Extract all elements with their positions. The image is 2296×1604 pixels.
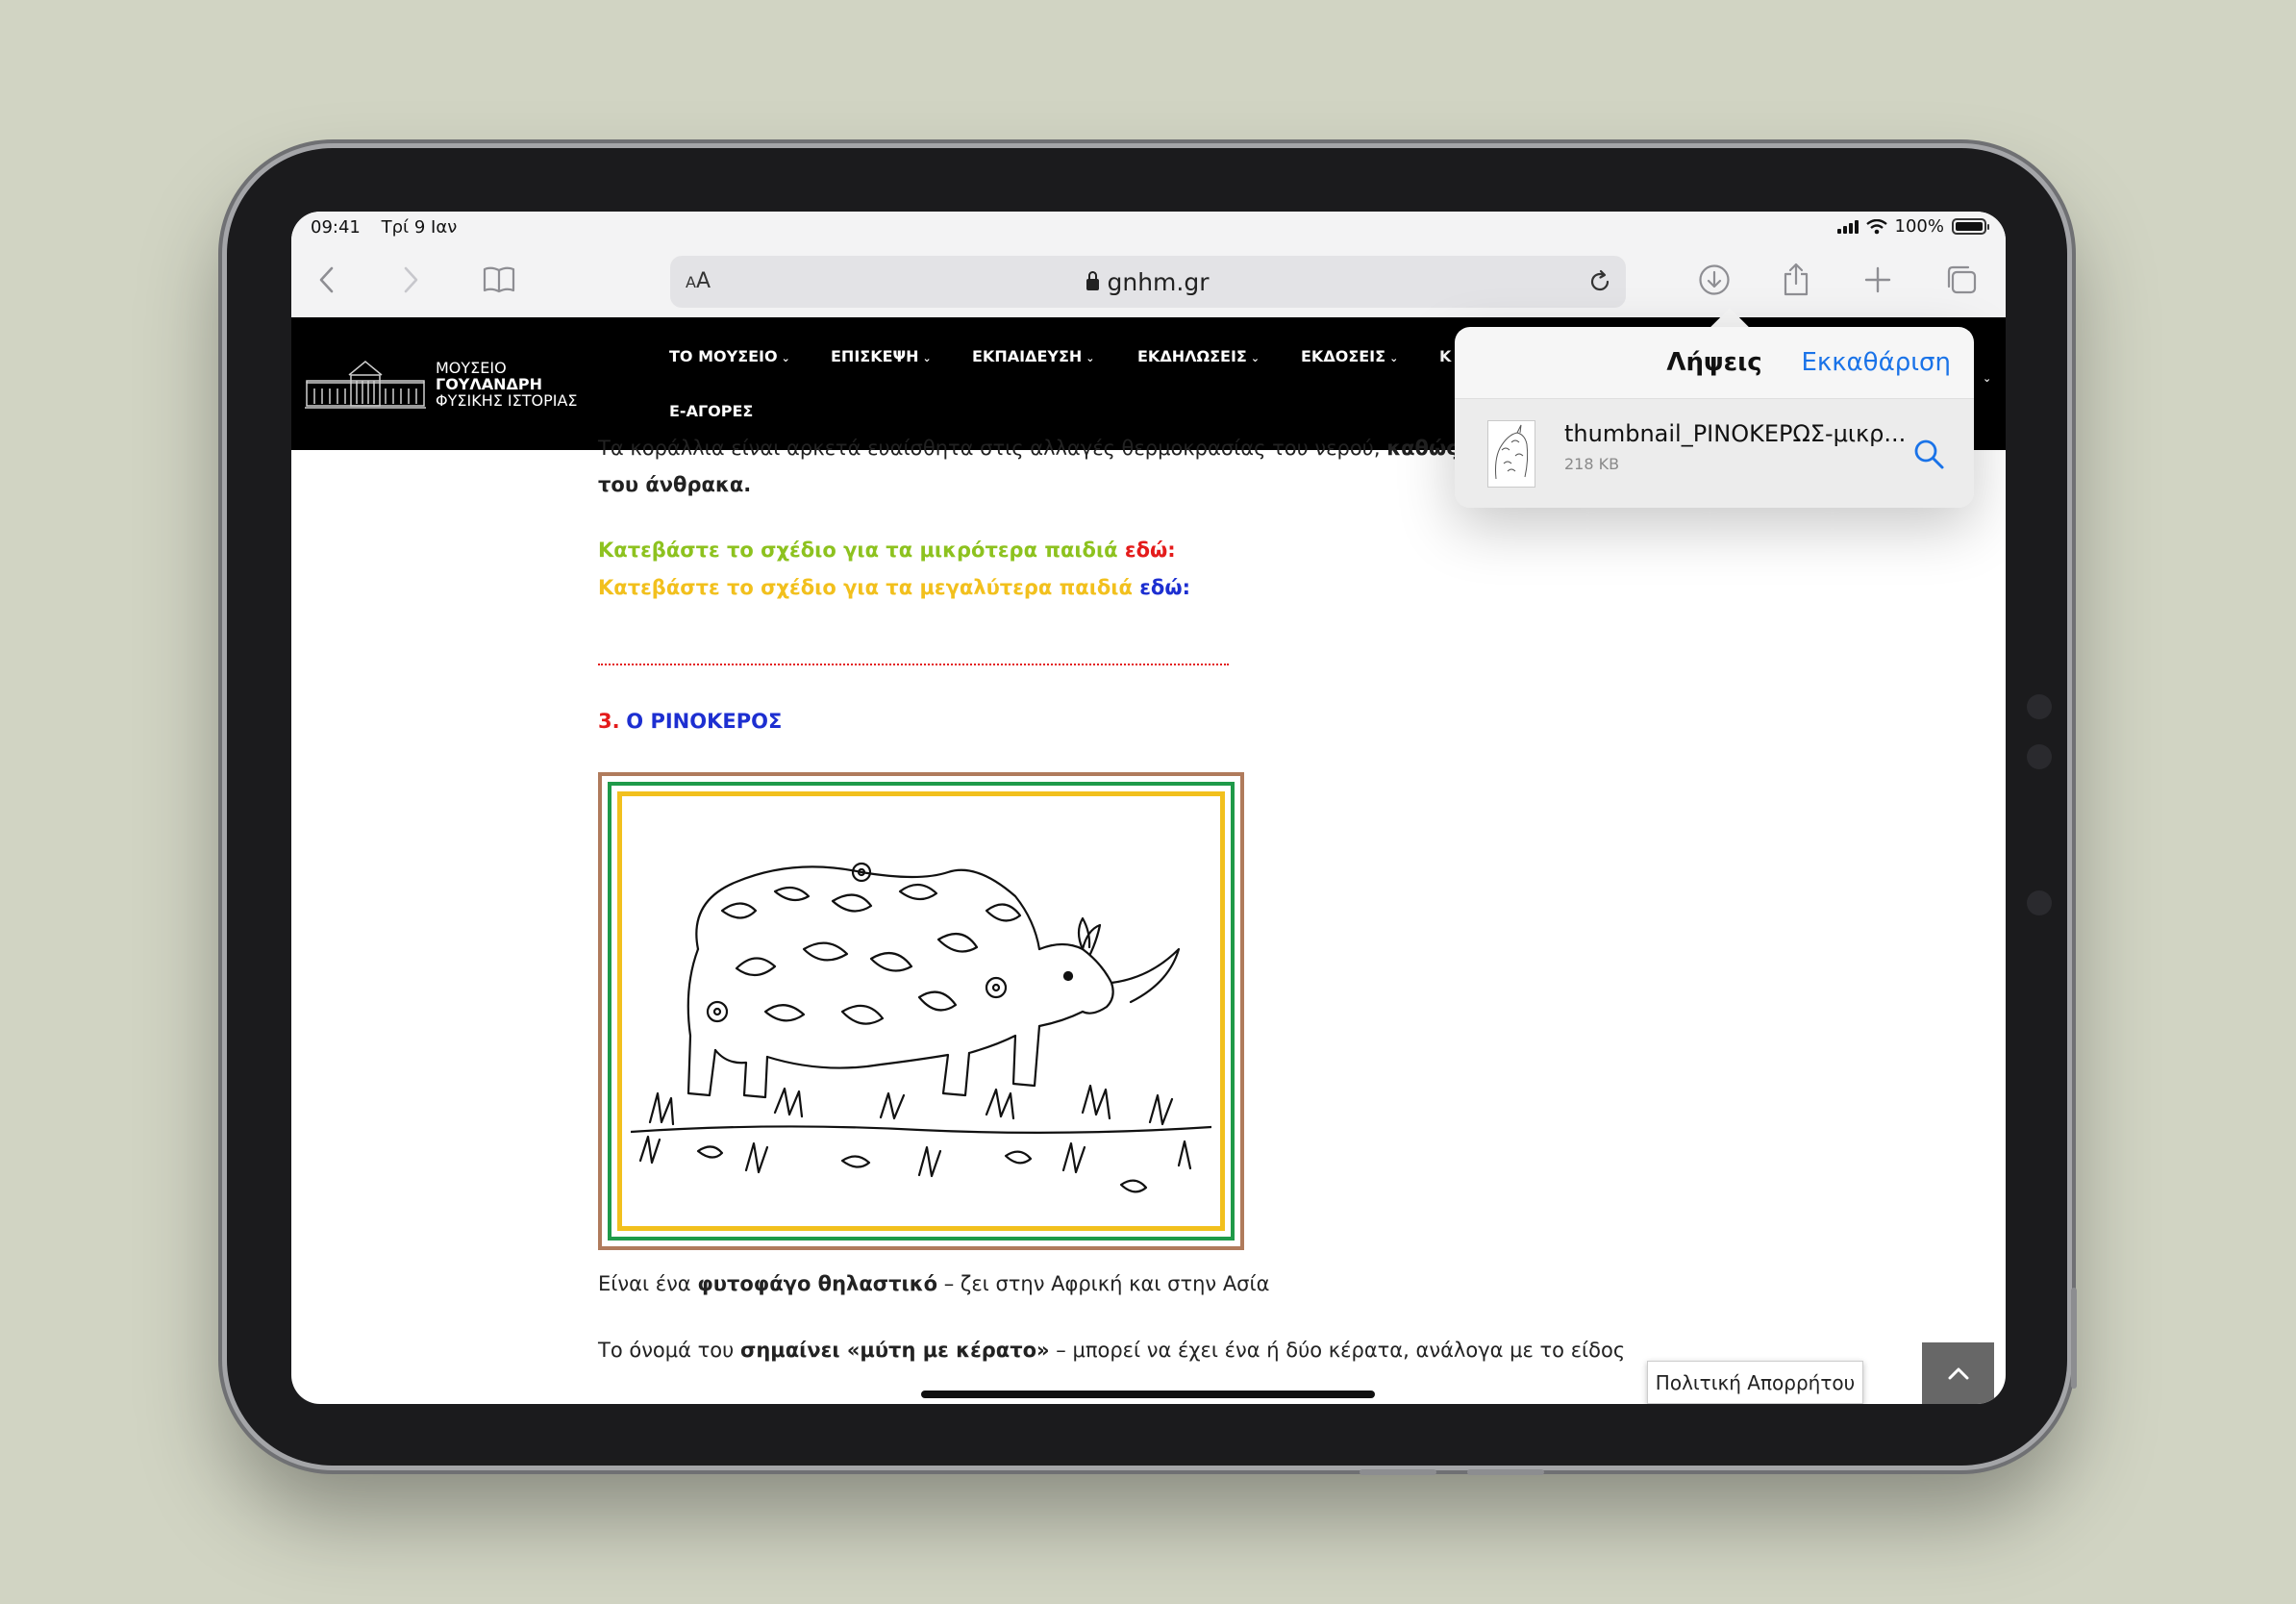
ipad-screen: 09:41 Τρί 9 Ιαν 100% AA gnhm.gr ΜΟΥΣΕΙΟ … <box>291 212 2006 1404</box>
status-time-date: 09:41 Τρί 9 Ιαν <box>311 217 472 238</box>
nav-item-museum[interactable]: ΤΟ ΜΟΥΣΕΙΟ ⌄ <box>669 347 790 365</box>
download-thumbnail <box>1487 420 1535 488</box>
paragraph-coral-end: του άνθρακα. <box>598 473 752 496</box>
battery-icon <box>1952 218 1989 235</box>
cellular-signal-icon <box>1836 219 1859 234</box>
sensor-dot <box>2027 744 2052 769</box>
plus-icon <box>1864 266 1891 293</box>
top-button <box>1467 1469 1544 1475</box>
download-item[interactable]: thumbnail_ΡΙΝΟΚΕΡΩΣ-μικρ... 218 KB <box>1455 398 1974 508</box>
museum-building-icon <box>305 361 426 409</box>
nav-item-partial[interactable]: Κ <box>1439 347 1451 365</box>
privacy-policy-button[interactable]: Πολιτική Απορρήτου <box>1647 1361 1863 1404</box>
wifi-icon <box>1865 218 1887 234</box>
book-icon <box>483 266 515 293</box>
chevron-down-icon: ⌄ <box>1250 352 1260 364</box>
museum-logo[interactable]: ΜΟΥΣΕΙΟ ΓΟΥΛΑΝΔΡΗ ΦΥΣΙΚΗΣ ΙΣΤΟΡΙΑΣ <box>305 356 578 412</box>
chevron-up-icon <box>1948 1367 1968 1380</box>
nav-overflow-chevron[interactable]: ⌄ <box>1979 367 1991 386</box>
scroll-to-top-button[interactable] <box>1922 1342 1994 1404</box>
sensor-dot <box>2027 890 2052 915</box>
reload-icon <box>1590 269 1610 291</box>
status-date: Τρί 9 Ιαν <box>381 217 458 238</box>
reload-button[interactable] <box>1584 265 1616 298</box>
download-file-name: thumbnail_ΡΙΝΟΚΕΡΩΣ-μικρ... <box>1564 420 1907 447</box>
forward-button[interactable] <box>387 256 435 304</box>
address-bar[interactable]: AA gnhm.gr <box>670 256 1626 308</box>
downloads-button[interactable] <box>1690 256 1738 304</box>
browser-toolbar: AA gnhm.gr <box>291 242 2006 317</box>
battery-percent: 100% <box>1894 216 1944 237</box>
download-icon <box>1699 264 1730 295</box>
nav-item-publications[interactable]: ΕΚΔΟΣΕΙΣ ⌄ <box>1301 347 1398 365</box>
magnifier-icon <box>1914 439 1944 469</box>
top-button <box>1360 1469 1436 1475</box>
clear-downloads-button[interactable]: Εκκαθάριση <box>1801 348 1951 377</box>
paragraph-coral-partial: Τα κοράλλια είναι αρκετά ευαίσθητα στις … <box>598 437 1537 460</box>
chevron-right-icon <box>404 266 418 293</box>
logo-line-2: ΓΟΥΛΑΝΔΡΗ <box>436 374 543 393</box>
dotted-divider <box>598 664 1229 665</box>
section-heading: 3. Ο ΡΙΝΟΚΕΡΟΣ <box>598 710 783 733</box>
lock-icon <box>1086 271 1100 290</box>
share-button[interactable] <box>1772 256 1820 304</box>
chevron-down-icon: ⌄ <box>922 352 932 364</box>
status-time: 09:41 <box>311 217 361 238</box>
download-big-link[interactable]: εδώ: <box>1139 576 1190 599</box>
chevron-down-icon: ⌄ <box>1389 352 1399 364</box>
bookmarks-button[interactable] <box>475 256 523 304</box>
sensor-dot <box>2027 694 2052 719</box>
status-indicators: 100% <box>1836 216 1989 237</box>
home-indicator[interactable] <box>921 1391 1375 1398</box>
logo-line-3: ΦΥΣΙΚΗΣ ΙΣΤΟΡΙΑΣ <box>436 390 578 410</box>
nav-item-education[interactable]: ΕΚΠΑΙΔΕΥΣΗ ⌄ <box>972 347 1095 365</box>
download-small-link[interactable]: εδώ: <box>1125 539 1176 562</box>
rhino-drawing-icon <box>631 862 1211 1193</box>
new-tab-button[interactable] <box>1854 256 1902 304</box>
logo-line-1: ΜΟΥΣΕΙΟ <box>436 358 507 377</box>
fact-herbivore: Είναι ένα φυτοφάγο θηλαστικό – ζει στην … <box>598 1272 1270 1295</box>
download-big-kids: Κατεβάστε το σχέδιο για τα μεγαλύτερα πα… <box>598 576 1191 599</box>
url-text: gnhm.gr <box>1107 268 1210 296</box>
rhino-coloring-image[interactable] <box>598 772 1244 1250</box>
logo-text: ΜΟΥΣΕΙΟ ΓΟΥΛΑΝΔΡΗ ΦΥΣΙΚΗΣ ΙΣΤΟΡΙΑΣ <box>436 360 578 409</box>
rhino-thumbnail-icon <box>1495 424 1529 480</box>
nav-item-shop[interactable]: Ε-ΑΓΟΡΕΣ <box>669 402 753 420</box>
download-file-size: 218 KB <box>1564 455 1620 473</box>
chevron-left-icon <box>319 266 334 293</box>
article-content: Τα κοράλλια είναι αρκετά ευαίσθητα στις … <box>291 437 2006 1404</box>
back-button[interactable] <box>303 256 351 304</box>
fact-name-meaning: Το όνομά του σημαίνει «μύτη με κέρατο» –… <box>598 1339 1626 1362</box>
tabs-icon <box>1947 265 1977 294</box>
url-display[interactable]: gnhm.gr <box>670 268 1626 296</box>
chevron-down-icon: ⌄ <box>781 352 790 364</box>
volume-button <box>2071 1288 2077 1389</box>
nav-item-events[interactable]: ΕΚΔΗΛΩΣΕΙΣ ⌄ <box>1137 347 1260 365</box>
download-small-kids: Κατεβάστε το σχέδιο για τα μικρότερα παι… <box>598 539 1176 562</box>
show-in-finder-button[interactable] <box>1912 438 1945 470</box>
status-bar: 09:41 Τρί 9 Ιαν 100% <box>291 212 2006 242</box>
downloads-popover: Λήψεις Εκκαθάριση thumbnail_ΡΙΝΟΚΕΡΩΣ-μι… <box>1455 327 1974 508</box>
tabs-overview-button[interactable] <box>1937 256 1985 304</box>
nav-item-visit[interactable]: ΕΠΙΣΚΕΨΗ ⌄ <box>831 347 932 365</box>
chevron-down-icon: ⌄ <box>1983 372 1992 385</box>
chevron-down-icon: ⌄ <box>1086 352 1095 364</box>
share-icon <box>1784 263 1809 296</box>
